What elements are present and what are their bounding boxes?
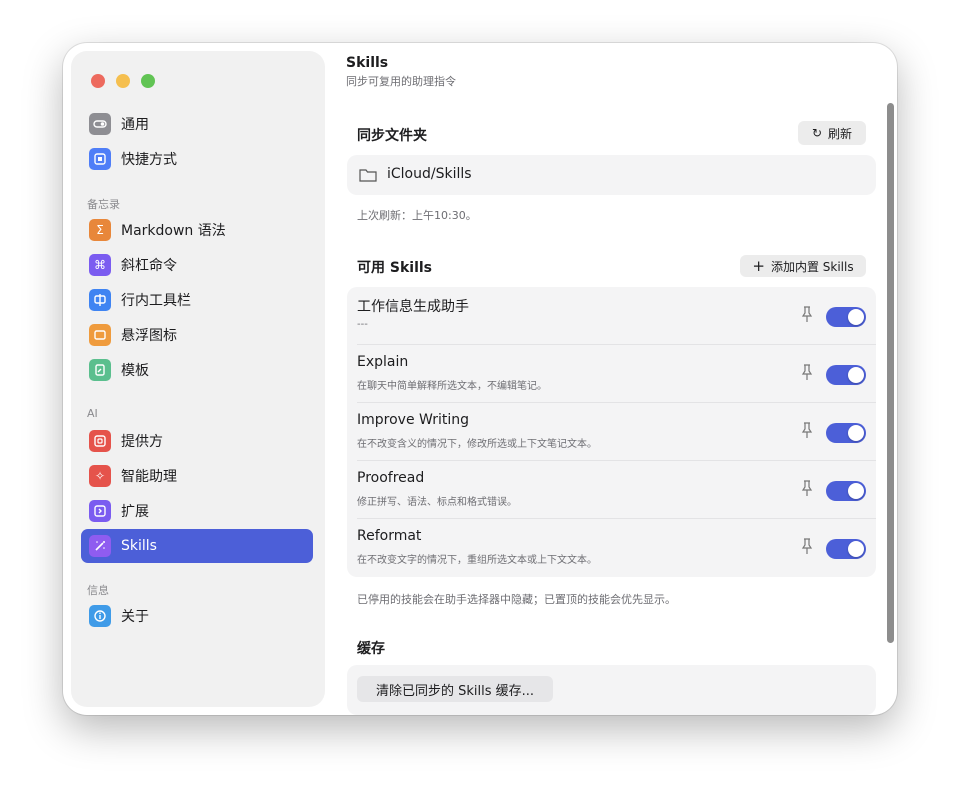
extension-icon (89, 500, 111, 522)
skill-desc: --- (357, 319, 368, 330)
sidebar-item-label: 快捷方式 (121, 152, 177, 168)
section-label-ai: AI (87, 407, 98, 420)
add-builtin-skills-button[interactable]: + 添加内置 Skills (740, 255, 866, 277)
skill-toggle[interactable] (826, 539, 866, 559)
skill-toggle[interactable] (826, 423, 866, 443)
page-title: Skills (346, 55, 389, 71)
skill-row: 工作信息生成助手 --- (347, 287, 876, 345)
refresh-label: 刷新 (828, 126, 853, 141)
add-builtin-skills-label: 添加内置 Skills (770, 259, 854, 274)
folder-icon (359, 167, 377, 186)
sync-folder-heading: 同步文件夹 (357, 128, 427, 144)
sidebar-item-label: 斜杠命令 (121, 258, 177, 274)
sidebar-item-skills[interactable]: Skills (81, 529, 313, 563)
page-subtitle: 同步可复用的助理指令 (346, 75, 456, 88)
sigma-icon: Σ (89, 219, 111, 241)
sidebar-item-label: Markdown 语法 (121, 223, 226, 239)
skill-desc: 在不改变文字的情况下，重组所选文本或上下文文本。 (357, 555, 597, 566)
sparkle-icon: ✧ (89, 465, 111, 487)
sidebar-item-shortcuts[interactable]: 快捷方式 (81, 142, 313, 176)
skill-name: Explain (357, 354, 409, 370)
sidebar-item-templates[interactable]: 模板 (81, 353, 313, 387)
template-icon (89, 359, 111, 381)
sidebar-item-label: 通用 (121, 117, 149, 133)
folder-path: iCloud/Skills (387, 166, 472, 182)
close-button[interactable] (91, 74, 105, 88)
sidebar-item-label: Skills (121, 538, 157, 554)
sidebar-item-providers[interactable]: 提供方 (81, 424, 313, 458)
skill-toggle[interactable] (826, 307, 866, 327)
pin-icon[interactable] (800, 421, 814, 439)
toggle-icon (89, 113, 111, 135)
sidebar-item-label: 模板 (121, 363, 149, 379)
skill-name: Improve Writing (357, 412, 470, 428)
cache-heading: 缓存 (357, 641, 385, 657)
skill-row: Improve Writing 在不改变含义的情况下，修改所选或上下文笔记文本。 (347, 403, 876, 461)
skills-note: 已停用的技能会在助手选择器中隐藏；已置顶的技能会优先显示。 (357, 593, 676, 606)
skill-desc: 在聊天中简单解释所选文本，不编辑笔记。 (357, 381, 547, 392)
section-label-memo: 备忘录 (87, 198, 120, 211)
window-controls (91, 74, 155, 88)
sidebar-item-label: 提供方 (121, 434, 163, 450)
section-label-info: 信息 (87, 584, 109, 597)
skill-toggle[interactable] (826, 481, 866, 501)
sidebar-item-assistant[interactable]: ✧ 智能助理 (81, 459, 313, 493)
skill-name: Reformat (357, 528, 422, 544)
pin-icon[interactable] (800, 479, 814, 497)
sidebar-item-inline-toolbar[interactable]: 行内工具栏 (81, 283, 313, 317)
skill-toggle[interactable] (826, 365, 866, 385)
pin-icon[interactable] (800, 537, 814, 555)
pin-icon[interactable] (800, 305, 814, 323)
sync-folder-panel[interactable]: iCloud/Skills (347, 155, 876, 195)
skill-name: 工作信息生成助手 (357, 299, 469, 315)
refresh-icon: ↻ (811, 126, 823, 140)
settings-window: 通用 快捷方式 备忘录 Σ Markdown 语法 ⌘ 斜杠命令 行内工具栏 悬… (63, 43, 897, 715)
command-icon: ⌘ (89, 254, 111, 276)
sidebar-item-about[interactable]: 关于 (81, 599, 313, 633)
sidebar-item-label: 智能助理 (121, 469, 177, 485)
sidebar-item-floating-icon[interactable]: 悬浮图标 (81, 318, 313, 352)
toolbar-icon (89, 289, 111, 311)
sidebar: 通用 快捷方式 备忘录 Σ Markdown 语法 ⌘ 斜杠命令 行内工具栏 悬… (71, 51, 325, 707)
skills-list: 工作信息生成助手 --- Explain 在聊天中简单解释所选文本，不编辑笔记。… (347, 287, 876, 577)
skill-name: Proofread (357, 470, 425, 486)
cache-panel: 清除已同步的 Skills 缓存... (347, 665, 876, 715)
available-skills-heading: 可用 Skills (357, 260, 432, 276)
sidebar-item-slash-commands[interactable]: ⌘ 斜杠命令 (81, 248, 313, 282)
pin-icon[interactable] (800, 363, 814, 381)
sidebar-item-markdown[interactable]: Σ Markdown 语法 (81, 213, 313, 247)
floating-window-icon (89, 324, 111, 346)
zoom-button[interactable] (141, 74, 155, 88)
scrollbar[interactable] (887, 103, 894, 643)
provider-icon (89, 430, 111, 452)
sidebar-item-label: 扩展 (121, 504, 149, 520)
refresh-button[interactable]: ↻ 刷新 (798, 121, 866, 145)
skill-row: Proofread 修正拼写、语法、标点和格式错误。 (347, 461, 876, 519)
magic-wand-icon (89, 535, 111, 557)
last-refresh-text: 上次刷新：上午10:30。 (357, 209, 477, 222)
skill-row: Explain 在聊天中简单解释所选文本，不编辑笔记。 (347, 345, 876, 403)
sidebar-item-label: 关于 (121, 609, 149, 625)
info-icon (89, 605, 111, 627)
clear-cache-button[interactable]: 清除已同步的 Skills 缓存... (357, 676, 553, 702)
minimize-button[interactable] (116, 74, 130, 88)
skill-desc: 修正拼写、语法、标点和格式错误。 (357, 497, 517, 508)
sidebar-item-general[interactable]: 通用 (81, 107, 313, 141)
sidebar-item-label: 行内工具栏 (121, 293, 191, 309)
plus-icon: + (752, 257, 765, 275)
sidebar-item-label: 悬浮图标 (121, 328, 177, 344)
content-pane: Skills 同步可复用的助理指令 同步文件夹 ↻ 刷新 iCloud/Skil… (325, 43, 897, 715)
sidebar-item-extensions[interactable]: 扩展 (81, 494, 313, 528)
skill-desc: 在不改变含义的情况下，修改所选或上下文笔记文本。 (357, 439, 597, 450)
keyboard-icon (89, 148, 111, 170)
skill-row: Reformat 在不改变文字的情况下，重组所选文本或上下文文本。 (347, 519, 876, 577)
